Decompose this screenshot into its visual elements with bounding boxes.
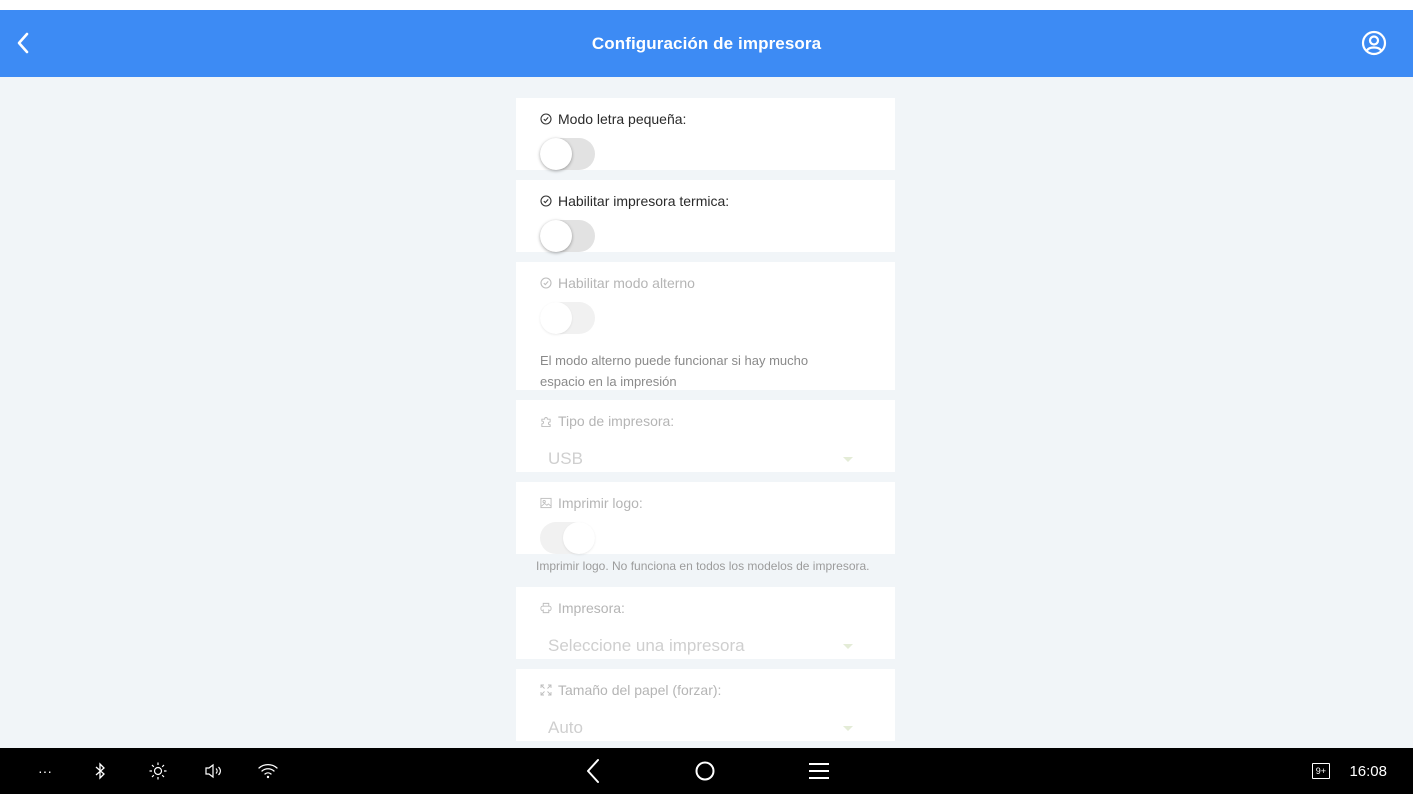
- small-font-label: Modo letra pequeña:: [558, 111, 687, 127]
- more-button[interactable]: ···: [30, 748, 60, 794]
- brightness-icon[interactable]: [144, 748, 172, 794]
- thermal-printer-toggle[interactable]: [540, 220, 595, 252]
- printer-card: Impresora: Seleccione una impresora: [516, 587, 895, 659]
- paper-size-card: Tamaño del papel (forzar): Auto: [516, 669, 895, 741]
- nav-home-button[interactable]: [690, 748, 720, 794]
- app-header: Configuración de impresora: [0, 10, 1413, 77]
- alternate-mode-label: Habilitar modo alterno: [558, 275, 695, 291]
- printer-icon: [540, 602, 552, 614]
- printer-type-card: Tipo de impresora: USB: [516, 400, 895, 472]
- notification-badge[interactable]: 9+: [1311, 763, 1330, 779]
- toggle-knob: [540, 138, 572, 170]
- settings-column: Modo letra pequeña: Habilitar impresora …: [516, 98, 895, 748]
- wifi-icon[interactable]: [254, 748, 282, 794]
- nav-menu-button[interactable]: [804, 748, 834, 794]
- print-logo-help: Imprimir logo. No funciona en todos los …: [536, 559, 870, 573]
- thermal-printer-card: Habilitar impresora termica:: [516, 180, 895, 252]
- print-logo-toggle[interactable]: [540, 522, 595, 554]
- puzzle-icon: [540, 415, 552, 428]
- expand-icon: [540, 684, 552, 696]
- toggle-knob: [540, 220, 572, 252]
- toggle-knob: [540, 302, 572, 334]
- printer-placeholder: Seleccione una impresora: [548, 636, 745, 655]
- account-button[interactable]: [1359, 28, 1389, 58]
- alternate-mode-help: El modo alterno puede funcionar si hay m…: [540, 353, 809, 389]
- check-circle-icon: [540, 113, 552, 125]
- check-circle-icon: [540, 195, 552, 207]
- printer-type-label: Tipo de impresora:: [558, 413, 675, 429]
- image-icon: [540, 497, 552, 509]
- settings-content[interactable]: Modo letra pequeña: Habilitar impresora …: [0, 77, 1413, 748]
- thermal-printer-label: Habilitar impresora termica:: [558, 193, 730, 209]
- status-strip: [0, 0, 1413, 10]
- printer-type-value: USB: [548, 449, 583, 468]
- app-screen: Configuración de impresora Modo letra pe…: [0, 0, 1413, 794]
- volume-icon[interactable]: [200, 748, 228, 794]
- back-button[interactable]: [8, 28, 38, 58]
- bluetooth-icon[interactable]: [88, 748, 112, 794]
- small-font-card: Modo letra pequeña:: [516, 98, 895, 170]
- paper-size-value: Auto: [548, 718, 583, 737]
- alternate-mode-toggle[interactable]: [540, 302, 595, 334]
- printer-label: Impresora:: [558, 600, 625, 616]
- account-circle-icon: [1361, 30, 1387, 56]
- dropdown-caret-icon: [843, 725, 853, 731]
- page-title: Configuración de impresora: [591, 33, 822, 53]
- printer-select[interactable]: Seleccione una impresora: [540, 631, 871, 661]
- dropdown-caret-icon: [843, 456, 853, 462]
- nav-back-button[interactable]: [578, 748, 608, 794]
- paper-size-label: Tamaño del papel (forzar):: [558, 682, 722, 698]
- alternate-mode-card: Habilitar modo alterno El modo alterno p…: [516, 262, 895, 390]
- paper-size-select[interactable]: Auto: [540, 713, 871, 743]
- check-circle-icon: [540, 277, 552, 289]
- small-font-toggle[interactable]: [540, 138, 595, 170]
- print-logo-label: Imprimir logo:: [558, 495, 643, 511]
- dropdown-caret-icon: [843, 643, 853, 649]
- system-navigation-bar: ··· 9+ 16:08: [0, 748, 1413, 794]
- printer-type-select[interactable]: USB: [540, 444, 871, 474]
- chevron-left-icon: [17, 32, 29, 54]
- print-logo-card: Imprimir logo:: [516, 482, 895, 554]
- clock: 16:08: [1349, 762, 1387, 780]
- toggle-knob: [563, 522, 595, 554]
